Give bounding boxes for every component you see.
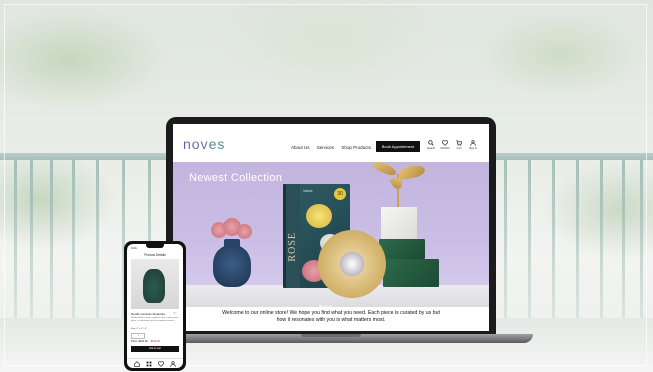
phone-status-time: 9:41 bbox=[131, 246, 137, 250]
marble-block bbox=[381, 207, 417, 241]
book-flower bbox=[306, 204, 332, 228]
carousel-dots bbox=[319, 295, 334, 307]
search-icon bbox=[428, 140, 434, 146]
welcome-line-1: Welcome to our online store! We hope you… bbox=[222, 310, 440, 316]
lamp-leaf bbox=[372, 162, 398, 178]
product-price: Price: $120.00 $150.00 bbox=[131, 340, 160, 343]
add-to-cart-button[interactable]: Add to Cart bbox=[131, 346, 179, 352]
laptop-notch bbox=[301, 334, 361, 337]
hero-banner[interactable]: Newest Collection ROSE Vases 30 bbox=[173, 162, 489, 307]
laptop-screen: noves About Us Services Shop Products Bo… bbox=[173, 124, 489, 331]
site-logo[interactable]: noves bbox=[183, 136, 225, 152]
heart-icon bbox=[442, 140, 448, 146]
header-sign-in[interactable]: Sign In bbox=[467, 140, 479, 150]
product-size: Size: 8" x 6" x 5" bbox=[131, 328, 148, 330]
phone-notch bbox=[146, 244, 164, 248]
lamp-leaf bbox=[398, 163, 426, 181]
nav-shop-products[interactable]: Shop Products bbox=[341, 145, 371, 150]
cart-icon bbox=[456, 140, 462, 146]
heart-icon[interactable]: ♡ bbox=[173, 311, 177, 316]
cart-label: Cart bbox=[456, 147, 462, 150]
book-badge: 30 bbox=[334, 188, 346, 200]
welcome-line-2: how it resonates with you is what matter… bbox=[276, 317, 386, 323]
home-icon[interactable] bbox=[133, 361, 141, 367]
green-box bbox=[379, 239, 425, 259]
mirror-glass bbox=[340, 252, 364, 276]
book-title: ROSE bbox=[287, 232, 298, 262]
phone-tab-bar bbox=[127, 358, 183, 368]
price-old: $150.00 bbox=[150, 340, 161, 343]
header-wishlist[interactable]: Wishlist bbox=[439, 140, 451, 150]
rose bbox=[237, 224, 252, 239]
wishlist-label: Wishlist bbox=[440, 147, 450, 150]
sign-in-label: Sign In bbox=[468, 147, 478, 150]
carousel-dot[interactable] bbox=[329, 305, 332, 307]
user-tab-icon[interactable] bbox=[169, 361, 177, 367]
phone-screen: 9:41 Product Details Nordic Ceramic Scul… bbox=[127, 244, 183, 368]
main-nav: About Us Services Shop Products bbox=[291, 145, 377, 150]
search-label: Search bbox=[426, 147, 436, 150]
heart-tab-icon[interactable] bbox=[157, 361, 165, 367]
user-icon bbox=[470, 140, 476, 146]
nav-about-us[interactable]: About Us bbox=[291, 145, 310, 150]
carousel-dot[interactable] bbox=[324, 305, 327, 307]
green-box bbox=[383, 259, 439, 287]
book-brand: Vases bbox=[303, 189, 313, 193]
product-name: Nordic Ceramic Sculpture bbox=[131, 312, 166, 316]
header-cart[interactable]: Cart bbox=[453, 140, 465, 150]
book-appointment-button[interactable]: Book Appointment bbox=[376, 141, 420, 152]
grid-icon[interactable] bbox=[145, 361, 153, 367]
blue-vase bbox=[213, 245, 251, 287]
product-sculpture bbox=[143, 269, 165, 303]
nav-services[interactable]: Services bbox=[317, 145, 334, 150]
hero-title: Newest Collection bbox=[189, 172, 283, 184]
quantity-field[interactable]: 1 bbox=[131, 333, 145, 339]
site-header: noves About Us Services Shop Products Bo… bbox=[173, 124, 489, 162]
phone-page-title: Product Details bbox=[144, 253, 166, 257]
header-search[interactable]: Search bbox=[425, 140, 437, 150]
carousel-dot[interactable] bbox=[319, 305, 322, 307]
welcome-message: Welcome to our online store! We hope you… bbox=[203, 310, 459, 324]
price-current: Price: $120.00 bbox=[131, 340, 148, 343]
product-description: Handcrafted ceramic sculpture with a dee… bbox=[131, 317, 179, 322]
